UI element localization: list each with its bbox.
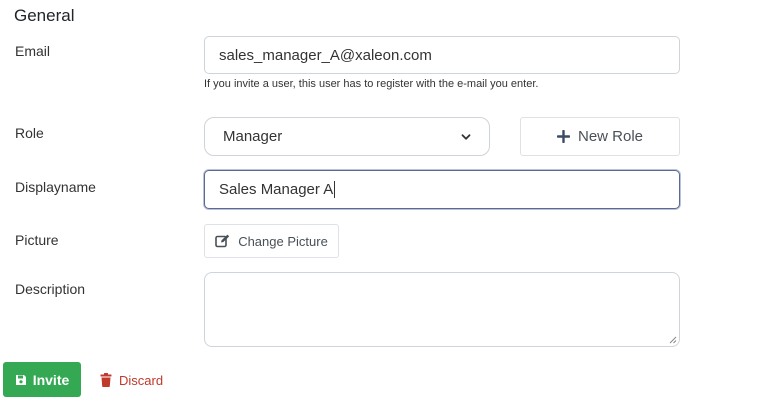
invite-user-form: General Email sales_manager_A@xaleon.com… <box>0 0 759 419</box>
trash-icon <box>100 373 112 387</box>
plus-icon <box>556 130 570 143</box>
email-value: sales_manager_A@xaleon.com <box>219 46 432 64</box>
email-label: Email <box>15 43 51 59</box>
description-label: Description <box>15 281 86 297</box>
role-select[interactable]: Manager <box>204 117 490 156</box>
description-textarea[interactable] <box>204 272 680 347</box>
section-title: General <box>14 6 75 25</box>
displayname-value: Sales Manager A <box>219 181 334 198</box>
discard-button[interactable]: Discard <box>100 368 163 392</box>
new-role-button[interactable]: New Role <box>520 117 680 156</box>
email-field[interactable]: sales_manager_A@xaleon.com <box>204 36 680 74</box>
email-help-text: If you invite a user, this user has to r… <box>204 78 539 90</box>
discard-label: Discard <box>119 372 164 388</box>
displayname-field[interactable]: Sales Manager A <box>204 170 680 209</box>
picture-label: Picture <box>15 232 59 248</box>
change-picture-button[interactable]: Change Picture <box>204 224 339 258</box>
invite-label: Invite <box>32 371 70 388</box>
resize-grip-icon[interactable] <box>669 336 677 344</box>
displayname-label: Displayname <box>15 179 96 195</box>
change-picture-label: Change Picture <box>238 233 328 249</box>
chevron-down-icon <box>461 133 471 140</box>
role-selected-value: Manager <box>223 128 283 145</box>
save-icon <box>15 374 26 385</box>
text-cursor <box>334 181 336 198</box>
role-label: Role <box>15 125 44 141</box>
new-role-label: New Role <box>577 128 644 145</box>
edit-icon <box>215 234 230 248</box>
invite-button[interactable]: Invite <box>3 362 81 397</box>
